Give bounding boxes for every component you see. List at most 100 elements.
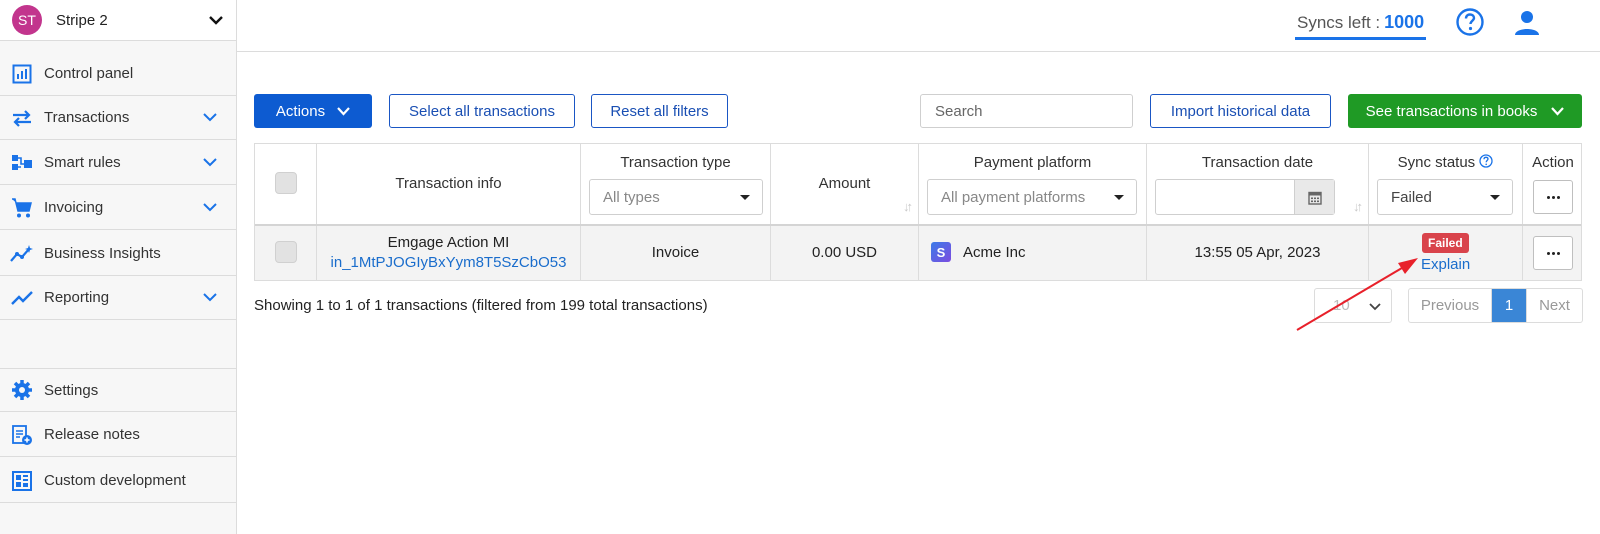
- select-all-transactions-button[interactable]: Select all transactions: [389, 94, 575, 128]
- account-switcher[interactable]: ST Stripe 2: [0, 0, 236, 41]
- sidebar-item-release-notes[interactable]: Release notes: [0, 413, 236, 457]
- chevron-down-icon: [184, 158, 236, 167]
- chevron-down-icon: [1551, 103, 1565, 120]
- amount-cell: 0.00 USD: [771, 226, 919, 280]
- date-filter-input[interactable]: [1155, 179, 1335, 215]
- sync-status-filter[interactable]: Failed: [1377, 179, 1513, 215]
- sidebar-item-custom-development[interactable]: Custom development: [0, 459, 236, 503]
- pagination: Previous 1 Next: [1408, 288, 1583, 323]
- syncs-label: Syncs left :: [1297, 12, 1381, 32]
- sidebar-item-settings[interactable]: Settings: [0, 368, 236, 412]
- sidebar-item-label: Reporting: [44, 289, 110, 306]
- transaction-type-filter[interactable]: All types: [589, 179, 763, 215]
- transfer-icon: [10, 106, 34, 130]
- gear-icon: [10, 378, 34, 402]
- import-historical-data-button[interactable]: Import historical data: [1150, 94, 1331, 128]
- filter-value: Failed: [1391, 188, 1432, 206]
- cart-icon: [10, 196, 34, 220]
- chevron-down-icon: [337, 103, 350, 120]
- trend-icon: [10, 286, 34, 310]
- release-notes-icon: [10, 423, 34, 447]
- filter-value: All payment platforms: [941, 188, 1086, 206]
- custom-dev-icon: [10, 469, 34, 493]
- page-size-select[interactable]: 10: [1314, 288, 1392, 323]
- header-transaction-info: Transaction info: [317, 144, 581, 224]
- stripe-logo-icon: S: [931, 242, 951, 262]
- transaction-type-cell: Invoice: [581, 226, 771, 280]
- sidebar: ST Stripe 2 Control panel Transactions S…: [0, 0, 237, 534]
- see-transactions-in-books-button[interactable]: See transactions in books: [1348, 94, 1582, 128]
- search-input[interactable]: [920, 94, 1133, 128]
- help-icon[interactable]: [1455, 7, 1485, 37]
- amount: 0.00 USD: [811, 244, 878, 261]
- dashboard-icon: [10, 62, 34, 86]
- avatar: ST: [12, 5, 42, 35]
- caret-down-icon: [1114, 195, 1124, 200]
- page-1-button[interactable]: 1: [1492, 289, 1526, 322]
- header-transaction-date: Transaction date ↓↑: [1147, 144, 1369, 224]
- account-name: Stripe 2: [56, 11, 108, 29]
- column-header: Transaction date: [1201, 154, 1314, 171]
- results-summary: Showing 1 to 1 of 1 transactions (filter…: [254, 297, 708, 314]
- sidebar-item-label: Release notes: [44, 426, 140, 443]
- chevron-down-icon: [184, 113, 236, 122]
- sidebar-item-transactions[interactable]: Transactions: [0, 96, 236, 140]
- top-bar: Syncs left : 1000: [237, 0, 1600, 52]
- transaction-type: Invoice: [651, 244, 700, 261]
- sidebar-item-smart-rules[interactable]: Smart rules: [0, 141, 236, 185]
- sidebar-item-reporting[interactable]: Reporting: [0, 276, 236, 320]
- next-page-button[interactable]: Next: [1526, 289, 1582, 322]
- header-sync-status: Sync status Failed: [1369, 144, 1523, 224]
- page-size-value: 10: [1333, 297, 1350, 314]
- filter-value: All types: [603, 188, 660, 206]
- header-action: Action: [1523, 144, 1583, 224]
- user-icon[interactable]: [1512, 8, 1542, 38]
- caret-down-icon: [1490, 195, 1500, 200]
- payment-platform-cell: S Acme Inc: [919, 226, 1147, 280]
- sidebar-item-invoicing[interactable]: Invoicing: [0, 186, 236, 230]
- sidebar-item-control-panel[interactable]: Control panel: [0, 52, 236, 96]
- sidebar-item-business-insights[interactable]: Business Insights: [0, 232, 236, 276]
- transaction-date: 13:55 05 Apr, 2023: [1194, 244, 1321, 261]
- explain-link[interactable]: Explain: [1421, 256, 1470, 273]
- syncs-count: 1000: [1384, 12, 1425, 32]
- reset-filters-button[interactable]: Reset all filters: [591, 94, 728, 128]
- payment-platform-filter[interactable]: All payment platforms: [927, 179, 1137, 215]
- table-row: Emgage Action MI in_1MtPJOGIyBxYym8T5SzC…: [255, 226, 1581, 280]
- sort-icon: ↓↑: [903, 199, 913, 214]
- sync-status-label: Sync status: [1397, 154, 1476, 171]
- row-more-button[interactable]: [1533, 236, 1573, 270]
- sidebar-item-label: Smart rules: [44, 154, 121, 171]
- sidebar-item-label: Settings: [44, 381, 99, 399]
- help-icon[interactable]: [1479, 154, 1494, 171]
- sidebar-item-label: Business Insights: [44, 245, 161, 262]
- sort-icon[interactable]: ↓↑: [1353, 199, 1363, 214]
- caret-down-icon: [740, 195, 750, 200]
- column-header: Sync status: [1369, 154, 1522, 171]
- previous-page-button[interactable]: Previous: [1409, 289, 1492, 322]
- chevron-down-icon: [184, 293, 236, 302]
- insights-icon: [10, 242, 34, 266]
- syncs-left-counter: Syncs left : 1000: [1295, 8, 1427, 40]
- see-in-books-label: See transactions in books: [1365, 102, 1538, 120]
- column-header: Payment platform: [973, 154, 1092, 171]
- more-icon: [1546, 195, 1560, 199]
- header-amount[interactable]: Amount ↓↑: [771, 144, 919, 224]
- smart-rules-icon: [10, 151, 34, 175]
- actions-button[interactable]: Actions: [254, 94, 372, 128]
- header-select-cell: [255, 144, 317, 224]
- chevron-down-icon: [196, 15, 236, 25]
- sidebar-item-label: Custom development: [44, 472, 186, 489]
- column-header: Amount: [818, 175, 871, 192]
- chevron-down-icon: [184, 203, 236, 212]
- transaction-date-cell: 13:55 05 Apr, 2023: [1147, 226, 1369, 280]
- row-checkbox[interactable]: [275, 241, 297, 263]
- table-header: Transaction info Transaction type All ty…: [255, 144, 1581, 226]
- status-badge: Failed: [1422, 233, 1469, 253]
- bulk-more-button[interactable]: [1533, 180, 1573, 214]
- action-cell: [1523, 226, 1583, 280]
- select-all-checkbox[interactable]: [275, 172, 297, 194]
- calendar-icon[interactable]: [1294, 180, 1334, 214]
- sidebar-item-label: Control panel: [44, 65, 134, 82]
- transaction-id-link[interactable]: in_1MtPJOGIyBxYym8T5SzCbO53: [317, 254, 580, 271]
